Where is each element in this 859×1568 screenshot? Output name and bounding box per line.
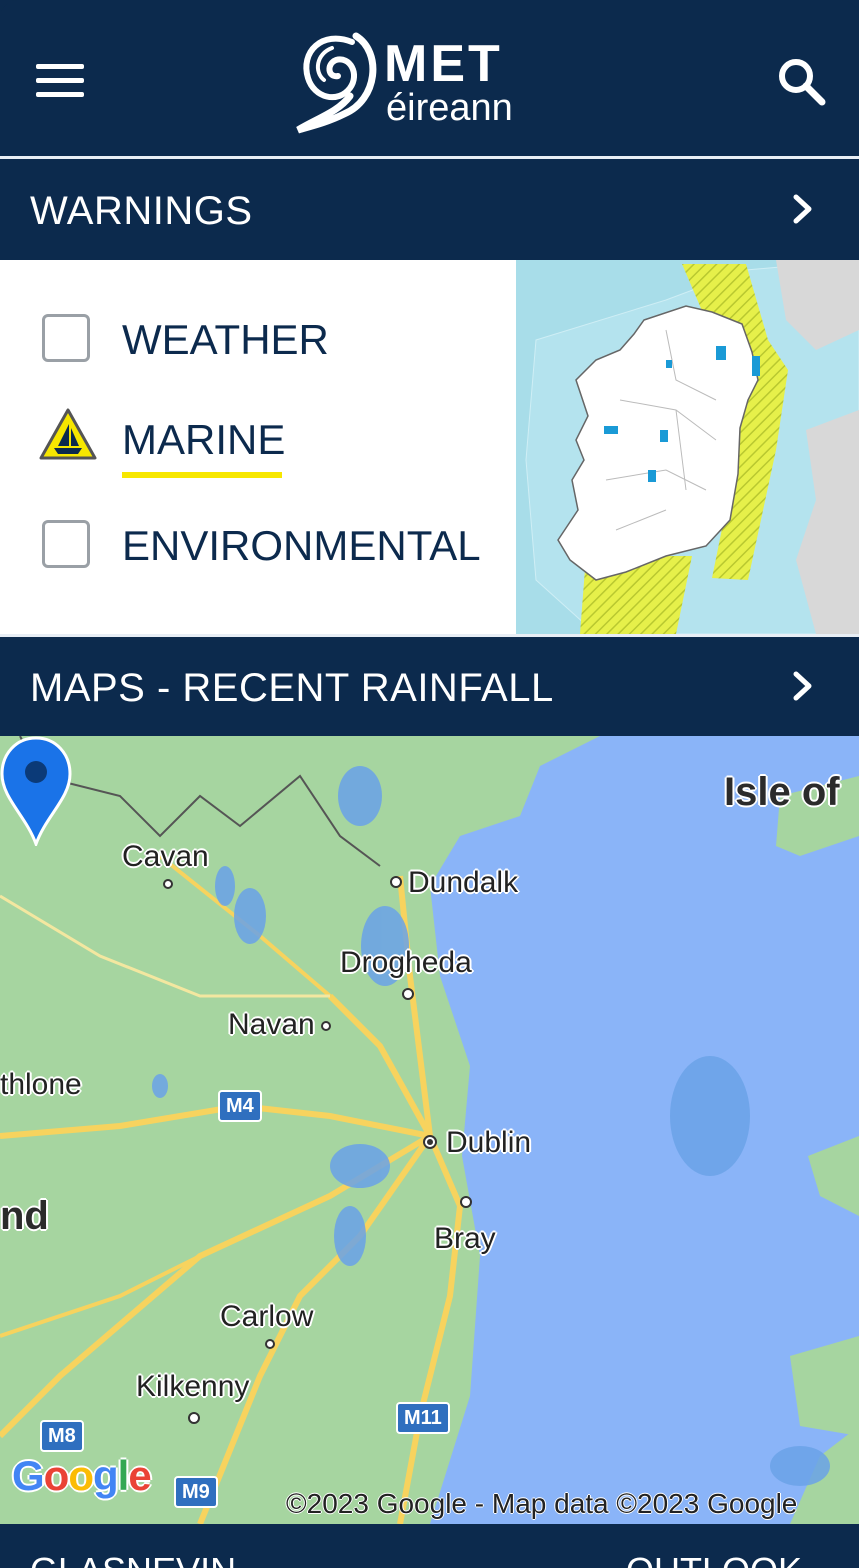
map-label-cavan[interactable]: Cavan (122, 840, 209, 874)
app-header: MET éireann (0, 0, 859, 156)
road-shield-m4: M4 (218, 1090, 262, 1122)
google-logo: Google (12, 1452, 152, 1499)
warnings-header[interactable]: WARNINGS (0, 160, 859, 258)
weather-checkbox[interactable] (42, 314, 90, 362)
bottom-right-label: OUTLOOK (626, 1550, 802, 1568)
environmental-checkbox[interactable] (42, 520, 90, 568)
maps-header[interactable]: MAPS - RECENT RAINFALL (0, 637, 859, 735)
map-label-ireland[interactable]: nd (0, 1194, 49, 1239)
map-label-isle-of-man[interactable]: Isle of (724, 770, 840, 815)
map-label-dublin[interactable]: Dublin (446, 1126, 531, 1160)
rainfall-map[interactable]: Isle of Cavan Dundalk Drogheda Navan thl… (0, 736, 859, 1524)
warning-marine-label: MARINE (122, 416, 286, 463)
ireland-warning-map-image (516, 260, 859, 634)
warnings-map[interactable] (516, 260, 859, 634)
bottom-section-bar[interactable]: GLASNEVIN OUTLOOK (0, 1524, 859, 1568)
maps-title: MAPS - RECENT RAINFALL (30, 666, 554, 710)
warning-weather-label: WEATHER (122, 316, 329, 363)
search-icon[interactable] (776, 56, 826, 106)
map-label-carlow[interactable]: Carlow (220, 1300, 313, 1334)
map-label-navan[interactable]: Navan (228, 1008, 315, 1042)
road-shield-m11: M11 (396, 1402, 450, 1434)
map-label-dundalk[interactable]: Dundalk (408, 866, 518, 900)
logo-eireann-text: éireann (386, 87, 513, 129)
warning-environmental-label: ENVIRONMENTAL (122, 522, 481, 569)
swirl-logo-icon (296, 32, 377, 134)
hamburger-menu-icon[interactable] (36, 64, 84, 98)
marine-warning-icon (39, 408, 97, 460)
chevron-right-icon (793, 194, 812, 224)
map-label-bray[interactable]: Bray (434, 1222, 496, 1256)
map-label-drogheda[interactable]: Drogheda (340, 946, 472, 980)
map-label-kilkenny[interactable]: Kilkenny (136, 1370, 249, 1404)
road-shield-m9: M9 (174, 1476, 218, 1508)
map-label-athlone[interactable]: thlone (0, 1068, 82, 1102)
header-divider (0, 156, 859, 159)
marine-active-underline (122, 472, 282, 478)
warnings-title: WARNINGS (30, 189, 253, 233)
chevron-right-icon (793, 671, 812, 701)
logo-met-text: MET (384, 35, 503, 93)
bottom-left-label: GLASNEVIN (30, 1550, 236, 1568)
road-shield-m8: M8 (40, 1420, 84, 1452)
map-attribution[interactable]: ©2023 Google - Map data ©2023 Google (286, 1488, 797, 1520)
met-eireann-logo[interactable]: MET éireann (292, 22, 582, 136)
location-pin-icon[interactable] (0, 736, 72, 846)
